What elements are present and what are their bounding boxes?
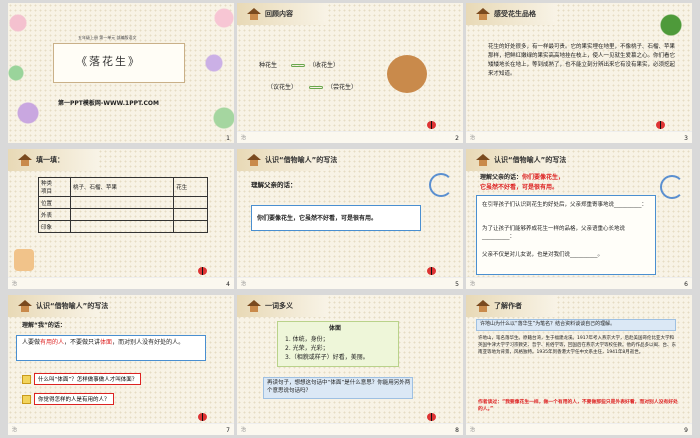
flower-decoration-right	[184, 3, 234, 143]
hut-icon	[476, 154, 490, 166]
table-row-label: 外表	[38, 208, 71, 221]
table-head-fruits: 桃子、石榴、苹果	[69, 177, 175, 197]
hut-icon	[247, 154, 261, 166]
slide-header: 填一填：	[36, 156, 64, 164]
flow-item-3: （议花生）	[267, 84, 298, 91]
author-quote: 作者谈过：“我要像花生一样，做一个有用的人，不要做那些只是外表好看，而对别人没有…	[478, 400, 678, 412]
slide-number: 5	[455, 281, 459, 288]
sense-3: 3.（相貌或样子）好看，美丽。	[285, 354, 369, 361]
ladybug-icon	[656, 121, 665, 129]
slide-number: 2	[455, 135, 459, 142]
hut-icon	[476, 300, 490, 312]
slide-thumbnail-8[interactable]: 一词多义 体面 1. 体统，身份； 2. 光荣，光彩； 3.（相貌或样子）好看，…	[237, 295, 463, 435]
question-text: 再读句子，想想这句话中“体面”是什么意思？你能用另外两个意思说句话吗？	[267, 380, 411, 394]
slide-thumbnail-7[interactable]: 认识“借物喻人”的写法 理解“我”的话： 人要做有用的人，不要做只讲体面，而对别…	[8, 295, 234, 435]
ladybug-icon	[198, 267, 207, 275]
bio-text: 许地山，笔名落华生。原籍台湾，生于福建龙溪。1917年考入燕京大学，后赴美国哥伦…	[478, 336, 676, 355]
question-icon	[22, 374, 31, 384]
lead-text: 理解父亲的话：	[251, 181, 297, 189]
flow-item-2: （收花生）	[309, 62, 340, 69]
term-text: 体面	[329, 325, 342, 332]
slide-number: 9	[684, 427, 688, 434]
question-item-2: 你觉得怎样的人是有用的人？	[22, 393, 114, 405]
swirl-decoration	[660, 175, 684, 199]
slide1-subtitle: 五年级上册 第一单元 部编版语文	[78, 35, 137, 40]
sense-1: 1. 体统，身份；	[285, 336, 329, 343]
table-head-peanut: 花生	[173, 177, 208, 197]
prompt-text: 许地山为什么以“落华生”为笔名？结合资料谈谈自己的理解。	[480, 321, 616, 327]
slide-thumbnail-9[interactable]: 了解作者 许地山为什么以“落华生”为笔名？结合资料谈谈自己的理解。 许地山，笔名…	[466, 295, 692, 435]
flow-item-1: 种花生	[259, 62, 278, 69]
slide-number: 7	[226, 427, 230, 434]
paragraph-1: 在引导孩子们认识到花生的好处后，父亲郑重寄事地说__________：	[482, 202, 648, 208]
ladybug-icon	[427, 121, 436, 129]
table-row-label: 位置	[38, 196, 71, 209]
highlight-useful: 有用的人	[40, 339, 65, 346]
slide-thumbnail-6[interactable]: 认识“借物喻人”的写法 理解父亲的话：你们要像花生， 它虽然不好看，可是很有用。 …	[466, 149, 692, 289]
hut-icon	[476, 8, 490, 20]
peanut-image	[387, 55, 427, 93]
paragraph-2: 为了让孩子们能够养成花生一样的品格，父亲语重心长地说__________：	[482, 226, 626, 240]
slide-header: 一词多义	[265, 302, 293, 310]
question-item-1: 什么叫“体面”？怎样做事做人才叫体面？	[22, 373, 142, 385]
lead-text: 理解“我”的话：	[22, 322, 66, 329]
table-row-label: 印象	[38, 220, 71, 233]
passage-text: 花生的好处很多，有一样最可贵。它的果实埋在地里，不像桃子、石榴、苹果那样，把鲜红…	[488, 44, 676, 77]
hut-icon	[18, 154, 32, 166]
table-head-item: 项目	[41, 189, 53, 195]
watermark-text: 第一PPT模板网-WWW.1PPT.COM	[58, 100, 159, 107]
paragraph-3: 父亲不仅是对儿女说，也是对我们说__________。	[482, 252, 604, 258]
hut-icon	[18, 300, 32, 312]
slide-number: 4	[226, 281, 230, 288]
lead-text: 理解父亲的话：	[480, 174, 523, 181]
children-image	[14, 249, 34, 271]
slide-header: 回顾内容	[265, 10, 293, 18]
slide-thumbnail-1[interactable]: 五年级上册 第一单元 部编版语文 《落花生》 第一PPT模板网-WWW.1PPT…	[8, 3, 234, 143]
slide-number: 1	[226, 135, 230, 142]
slide-thumbnail-2[interactable]: 回顾内容 种花生 （收花生） （议花生） （尝花生） 治 2	[237, 3, 463, 143]
question-icon	[22, 394, 31, 404]
slide-grid: 五年级上册 第一单元 部编版语文 《落花生》 第一PPT模板网-WWW.1PPT…	[0, 0, 700, 438]
swirl-decoration	[429, 173, 453, 197]
highlight-decent: 体面	[100, 339, 113, 346]
quote-highlight-a: 你们要像花生，	[522, 174, 565, 181]
ladybug-icon	[427, 413, 436, 421]
hut-icon	[247, 8, 261, 20]
slide-number: 8	[455, 427, 459, 434]
table-head-type: 种类	[41, 181, 53, 187]
slide-header: 感受花生品格	[494, 10, 536, 18]
slide-thumbnail-3[interactable]: 感受花生品格 花生的好处很多，有一样最可贵。它的果实埋在地里，不像桃子、石榴、苹…	[466, 3, 692, 143]
plant-image	[658, 9, 684, 41]
flower-decoration-left	[8, 3, 44, 143]
slide-thumbnail-4[interactable]: 填一填： 种类 项目 桃子、石榴、苹果 花生 位置 外表 印象 治 4	[8, 149, 234, 289]
flow-item-4: （尝花生）	[327, 84, 358, 91]
sense-2: 2. 光荣，光彩；	[285, 345, 329, 352]
ladybug-icon	[427, 267, 436, 275]
slide1-title: 《落花生》	[76, 55, 141, 68]
ladybug-icon	[198, 413, 207, 421]
slide-header: 了解作者	[494, 302, 522, 310]
slide-thumbnail-5[interactable]: 认识“借物喻人”的写法 理解父亲的话： 你们要像花生，它虽然不好看，可是很有用。…	[237, 149, 463, 289]
slide-header: 认识“借物喻人”的写法	[494, 156, 567, 164]
slide-header: 认识“借物喻人”的写法	[265, 156, 338, 164]
statement-text: 人要做有用的人，不要做只讲体面，而对别人没有好处的人。	[22, 339, 185, 346]
slide-header: 认识“借物喻人”的写法	[36, 302, 109, 310]
fill-table: 种类项目 桃子、石榴、苹果 花生 位置 外表 印象	[38, 177, 208, 233]
slide-number: 6	[684, 281, 688, 288]
hut-icon	[247, 300, 261, 312]
quote-highlight-b: 它虽然不好看，可是很有用。	[480, 184, 559, 191]
quote-text: 你们要像花生，它虽然不好看，可是很有用。	[257, 215, 378, 222]
slide-number: 3	[684, 135, 688, 142]
